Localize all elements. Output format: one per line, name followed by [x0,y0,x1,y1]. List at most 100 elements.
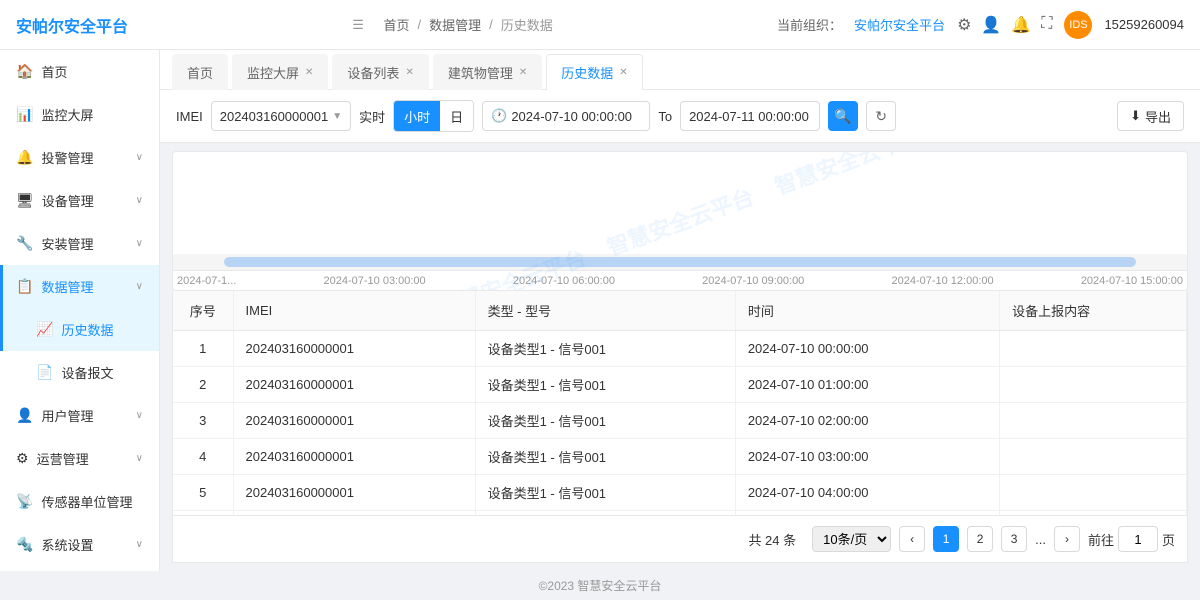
timeline-label-1: 2024-07-10 03:00:00 [324,275,426,287]
tab-label-monitor: 监控大屏 [247,63,299,82]
time-from-field[interactable] [511,109,641,124]
install-icon: 🔧 [16,235,33,252]
org-name[interactable]: 安帕尔安全平台 [854,15,945,34]
sidebar-item-sensor[interactable]: 📡传感器单位管理 [0,480,159,523]
cell-num: 1 [173,331,233,367]
timeline-label-0: 2024-07-1... [177,275,236,287]
sidebar-item-alarm[interactable]: 🔔投警管理∨ [0,136,159,179]
tab-device-list[interactable]: 设备列表 ✕ [332,54,428,90]
fullscreen-icon[interactable]: ⛶ [1041,15,1052,35]
cell-num: 4 [173,439,233,475]
th-num: 序号 [173,291,233,331]
table-row: 3 202403160000001 设备类型1 - 信号001 2024-07-… [173,403,1187,439]
prev-page-button[interactable]: ‹ [899,526,925,552]
page-btn-1[interactable]: 1 [933,526,959,552]
time-btn-group: 小时 日 [393,100,474,132]
ops-label: 运营管理 [37,449,89,468]
system-icon: 🔩 [16,536,33,553]
tab-close-building[interactable]: ✕ [519,67,527,78]
avatar: IDS [1064,11,1092,39]
tab-close-history[interactable]: ✕ [619,67,627,78]
cell-content [1000,475,1187,511]
cell-content [1000,439,1187,475]
jump-input[interactable] [1118,526,1158,552]
sidebar-item-device[interactable]: 🖥设备管理∨ [0,179,159,222]
tab-close-monitor[interactable]: ✕ [305,67,313,78]
th-imei: IMEI [233,291,475,331]
nav-home[interactable]: 首页 [384,15,410,34]
table-row: 2 202403160000001 设备类型1 - 信号001 2024-07-… [173,367,1187,403]
tab-close-device-list[interactable]: ✕ [405,67,413,78]
tab-label-history: 历史数据 [561,63,613,82]
sidebar-item-device-report[interactable]: 📄设备报文 [0,351,159,394]
sensor-label: 传感器单位管理 [41,492,132,511]
sidebar: 🏠首页📊监控大屏🔔投警管理∨🖥设备管理∨ 🔧 安装管理 ∨ 📋 数据管理 ∨ 📈历史数据📄设备… [0,50,160,571]
sidebar-item-history[interactable]: 📈历史数据 [0,308,159,351]
content-area: 首页监控大屏 ✕ 设备列表 ✕ 建筑物管理 ✕ 历史数据 ✕ IMEI 20240316000… [160,50,1200,571]
hamburger-icon[interactable]: ☰ [352,17,364,33]
cell-imei: 202403160000001 [233,331,475,367]
clock-icon: 🕐 [491,108,507,124]
search-button[interactable]: 🔍 [828,101,858,131]
chart-area: 智慧安全云平台 智慧安全云平台 智慧安全云平台 2024-07-1... 202… [172,151,1188,291]
tab-building[interactable]: 建筑物管理 ✕ [433,54,542,90]
imei-select[interactable]: 202403160000001 ▼ [211,101,351,131]
sidebar-item-dev-platform[interactable]: 💻开发平台∨ [0,566,159,571]
header-icons: ⚙ 👤 🔔 ⛶ [957,15,1052,35]
time-to-input[interactable]: 2024-07-11 00:00:00 [680,101,820,131]
sidebar-item-ops[interactable]: ⚙运营管理∨ [0,437,159,480]
cell-type: 设备类型1 - 信号001 [475,367,735,403]
tab-label-device-list: 设备列表 [347,63,399,82]
cell-time: 2024-07-10 02:00:00 [735,403,999,439]
table-body: 1 202403160000001 设备类型1 - 信号001 2024-07-… [173,331,1187,517]
sidebar-item-home[interactable]: 🏠首页 [0,50,159,93]
time-from-input[interactable]: 🕐 [482,101,650,131]
monitor-icon: 📊 [16,106,33,123]
tab-home[interactable]: 首页 [172,54,228,90]
chart-slider-track[interactable] [224,257,1137,267]
tab-history[interactable]: 历史数据 ✕ [546,54,642,90]
imei-value: 202403160000001 [220,109,328,124]
sidebar-item-system[interactable]: 🔩系统设置∨ [0,523,159,566]
device-icon: 🖥 [16,192,34,209]
settings-icon[interactable]: ⚙ [957,15,971,35]
sidebar-item-data[interactable]: 📋数据管理∨ [0,265,159,308]
page-ellipsis: ... [1035,532,1046,547]
refresh-button[interactable]: ↻ [866,101,896,131]
page-btn-3[interactable]: 3 [1001,526,1027,552]
timeline-label-2: 2024-07-10 06:00:00 [513,275,615,287]
export-button[interactable]: ⬇ 导出 [1117,101,1184,131]
cell-time: 2024-07-10 03:00:00 [735,439,999,475]
alarm-icon: 🔔 [16,149,33,166]
page-size-select[interactable]: 10条/页 20条/页 50条/页 [812,526,891,552]
bell-icon[interactable]: 🔔 [1011,15,1031,35]
time-btn-hour[interactable]: 小时 [394,101,440,131]
data-icon: 📋 [16,278,33,295]
page-btn-2[interactable]: 2 [967,526,993,552]
table-row: 5 202403160000001 设备类型1 - 信号001 2024-07-… [173,475,1187,511]
install-label: 安装管理 [41,234,93,253]
user-icon[interactable]: 👤 [981,15,1001,35]
sidebar-item-user-mgmt[interactable]: 👤用户管理∨ [0,394,159,437]
nav-data-mgmt[interactable]: 数据管理 [429,15,481,34]
table-row: 1 202403160000001 设备类型1 - 信号001 2024-07-… [173,331,1187,367]
next-page-button[interactable]: › [1054,526,1080,552]
data-label: 数据管理 [41,277,93,296]
chart-slider[interactable] [173,254,1187,270]
arrow-icon: ∨ [136,453,143,464]
tab-label-building: 建筑物管理 [448,63,513,82]
arrow-icon: ∨ [136,539,143,550]
th-content: 设备上报内容 [1000,291,1187,331]
pagination-bar: 共 24 条 10条/页 20条/页 50条/页 ‹ 1 2 3 ... › 前… [172,516,1188,563]
timeline-label-4: 2024-07-10 12:00:00 [891,275,993,287]
cell-time: 2024-07-10 00:00:00 [735,331,999,367]
arrow-icon: ∨ [136,410,143,421]
sidebar-item-install[interactable]: 🔧安装管理∨ [0,222,159,265]
th-time: 时间 [735,291,999,331]
cell-imei: 202403160000001 [233,367,475,403]
cell-type: 设备类型1 - 信号001 [475,403,735,439]
tab-monitor[interactable]: 监控大屏 ✕ [232,54,328,90]
time-btn-day[interactable]: 日 [440,101,473,131]
table-wrapper: 序号 IMEI 类型 - 型号 时间 设备上报内容 1 202403160000… [172,291,1188,516]
sidebar-item-monitor[interactable]: 📊监控大屏 [0,93,159,136]
